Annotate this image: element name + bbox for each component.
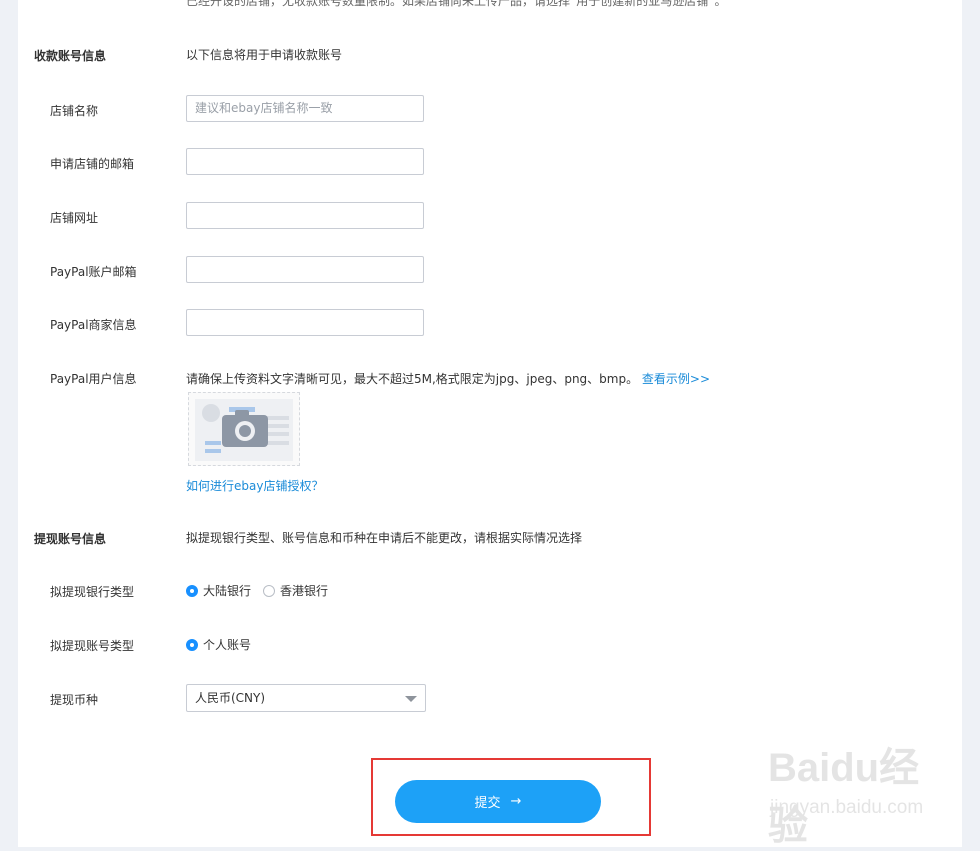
- radio-mainland-bank[interactable]: 大陆银行: [186, 582, 251, 599]
- form-page: 已经开设的店铺，无收款账号数量限制。如果店铺尚未上传产品，请选择“用于创建新的亚…: [18, 0, 962, 848]
- radio-hk-bank[interactable]: 香港银行: [263, 582, 328, 599]
- paypal-user-label: PayPal用户信息: [50, 372, 137, 386]
- currency-label: 提现币种: [50, 693, 99, 707]
- shop-url-label: 店铺网址: [50, 211, 99, 225]
- paypal-email-input[interactable]: [186, 256, 424, 283]
- baidu-watermark: Baidu经验 jingyan.baidu.com: [758, 735, 958, 848]
- paypal-merchant-label: PayPal商家信息: [50, 318, 137, 332]
- highlight-box: [371, 758, 651, 836]
- withdraw-section-title: 提现账号信息: [34, 532, 107, 546]
- shop-email-label: 申请店铺的邮箱: [50, 157, 135, 171]
- receive-section-title: 收款账号信息: [34, 49, 107, 63]
- upload-hint-text: 请确保上传资料文字清晰可见，最大不超过5M,格式限定为jpg、jpeg、png、…: [186, 372, 639, 386]
- watermark-logo-text: Baidu经验: [768, 746, 920, 848]
- watermark-url: jingyan.baidu.com: [770, 797, 924, 818]
- camera-upload-icon: [195, 399, 293, 461]
- radio-unselected-icon[interactable]: [263, 584, 276, 597]
- upload-hint: 请确保上传资料文字清晰可见，最大不超过5M,格式限定为jpg、jpeg、png、…: [186, 370, 710, 387]
- upload-image-box[interactable]: [188, 392, 300, 466]
- radio-personal-account-label: 个人账号: [203, 638, 252, 652]
- currency-select[interactable]: 人民币(CNY): [186, 684, 426, 712]
- radio-personal-account[interactable]: 个人账号: [186, 636, 251, 653]
- top-note: 已经开设的店铺，无收款账号数量限制。如果店铺尚未上传产品，请选择“用于创建新的亚…: [186, 0, 727, 8]
- withdraw-section-desc: 拟提现银行类型、账号信息和币种在申请后不能更改，请根据实际情况选择: [186, 531, 583, 545]
- account-type-label: 拟提现账号类型: [50, 639, 135, 653]
- account-type-radio-group: 个人账号: [186, 636, 263, 653]
- radio-mainland-bank-label: 大陆银行: [203, 584, 252, 598]
- receive-section-desc: 以下信息将用于申请收款账号: [186, 48, 343, 62]
- currency-select-value: 人民币(CNY): [195, 691, 266, 705]
- shop-name-placeholder: 建议和ebay店铺名称一致: [195, 101, 333, 115]
- radio-hk-bank-label: 香港银行: [280, 584, 329, 598]
- view-example-link[interactable]: 查看示例>>: [642, 372, 710, 386]
- ebay-auth-link[interactable]: 如何进行ebay店铺授权？: [186, 477, 323, 494]
- shop-name-label: 店铺名称: [50, 104, 99, 118]
- chevron-down-icon: [405, 696, 417, 702]
- shop-email-input[interactable]: [186, 148, 424, 175]
- radio-selected-icon[interactable]: [186, 584, 198, 597]
- radio-selected-icon[interactable]: [186, 638, 198, 651]
- paypal-merchant-input[interactable]: [186, 309, 424, 336]
- bank-type-radio-group: 大陆银行 香港银行: [186, 582, 340, 599]
- bank-type-label: 拟提现银行类型: [50, 585, 135, 599]
- shop-url-input[interactable]: [186, 202, 424, 229]
- shop-name-input[interactable]: 建议和ebay店铺名称一致: [186, 95, 424, 122]
- paypal-email-label: PayPal账户邮箱: [50, 265, 137, 279]
